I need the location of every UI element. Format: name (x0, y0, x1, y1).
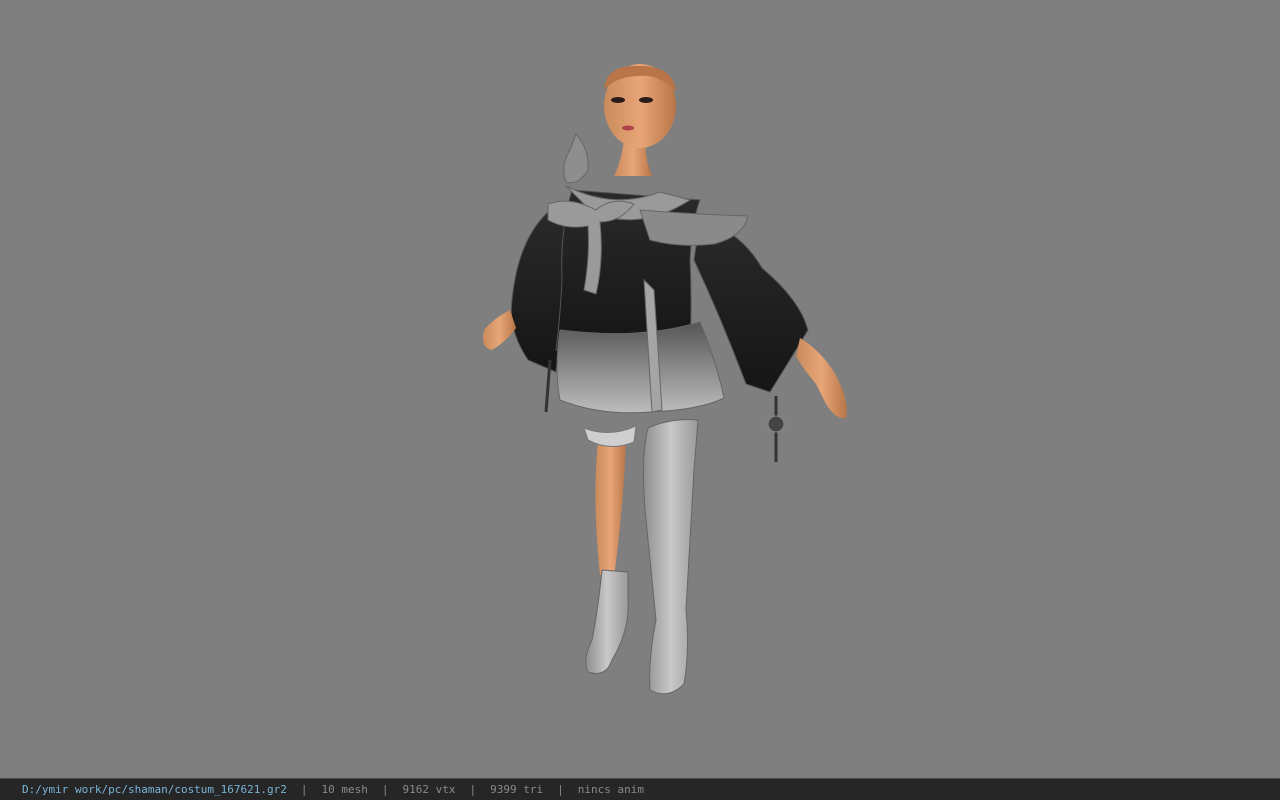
file-path: D:/ymir work/pc/shaman/costum_167621.gr2 (22, 783, 287, 796)
separator: | (557, 783, 564, 796)
separator: | (300, 783, 308, 796)
separator: | (469, 783, 477, 796)
mesh-count: 10 mesh (321, 783, 368, 796)
3d-viewport[interactable] (0, 0, 1280, 778)
animation-status: nincs anim (577, 783, 644, 796)
character-model-icon (483, 64, 847, 695)
vertex-count: 9162 vtx (402, 783, 456, 796)
triangle-count: 9399 tri (490, 783, 544, 796)
separator: | (381, 783, 389, 796)
status-bar: D:/ymir work/pc/shaman/costum_167621.gr2… (0, 778, 1280, 800)
